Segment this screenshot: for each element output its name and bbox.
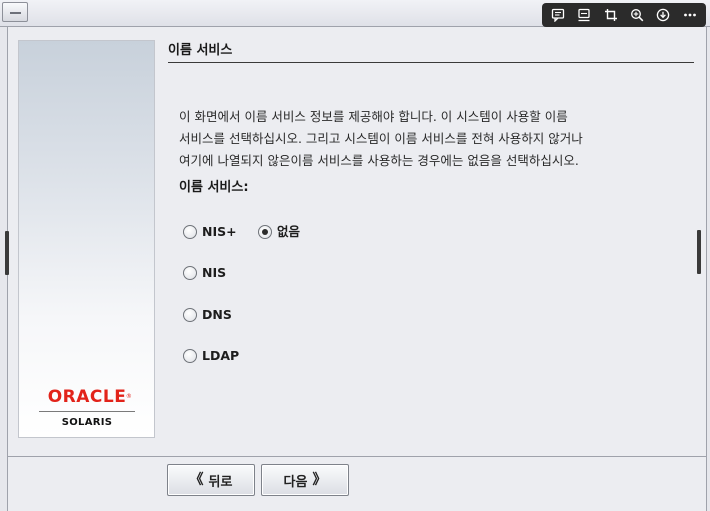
footer-divider (8, 456, 706, 457)
radio-label: 없음 (277, 224, 301, 239)
resize-handle-right[interactable] (697, 230, 701, 274)
viewer-toolbar (542, 3, 706, 27)
radio-button-icon[interactable] (183, 266, 197, 280)
radio-nis[interactable]: NIS (183, 263, 226, 283)
comment-icon[interactable] (547, 5, 569, 25)
radio-button-icon[interactable] (183, 225, 197, 239)
minimize-dash-icon (10, 12, 21, 14)
double-chevron-left-icon: 《 (189, 472, 204, 488)
name-service-label: 이름 서비스: (179, 180, 249, 195)
description-line: 이 화면에서 이름 서비스 정보를 제공해야 합니다. 이 시스템이 사용할 이… (179, 109, 568, 124)
zoom-in-icon[interactable] (626, 5, 648, 25)
back-button-label: 뒤로 (208, 474, 233, 490)
logo-divider (39, 411, 135, 412)
radio-label: LDAP (202, 348, 240, 363)
radio-dns[interactable]: DNS (183, 305, 232, 325)
next-button[interactable]: 다음 》 (261, 464, 349, 496)
back-button[interactable]: 《 뒤로 (167, 464, 255, 496)
display-icon[interactable] (573, 5, 595, 25)
crop-icon[interactable] (600, 5, 622, 25)
side-panel: ORACLE ® SOLARIS (18, 40, 155, 438)
description-line: 서비스를 선택하십시오. 그리고 시스템이 이름 서비스를 전혀 사용하지 않거… (179, 131, 583, 146)
page-title: 이름 서비스 (168, 41, 694, 63)
solaris-wordmark: SOLARIS (61, 417, 113, 428)
radio-label: DNS (202, 307, 232, 322)
window-menu-button[interactable] (2, 2, 28, 22)
window-frame-right (706, 27, 710, 511)
oracle-solaris-logo: ORACLE ® SOLARIS (37, 387, 137, 428)
radio-none[interactable]: 없음 (258, 222, 300, 242)
download-icon[interactable] (652, 5, 674, 25)
radio-button-icon[interactable] (183, 349, 197, 363)
radio-label: NIS+ (202, 224, 237, 239)
description-line: 여기에 나열되지 않은이름 서비스를 사용하는 경우에는 없음을 선택하십시오. (179, 153, 579, 168)
more-icon[interactable] (679, 5, 701, 25)
double-chevron-right-icon: 》 (312, 472, 327, 488)
radio-label: NIS (202, 265, 227, 280)
radio-nisplus[interactable]: NIS+ (183, 222, 237, 242)
radio-button-icon[interactable] (183, 308, 197, 322)
radio-button-selected-icon[interactable] (258, 225, 272, 239)
page-description: 이 화면에서 이름 서비스 정보를 제공해야 합니다. 이 시스템이 사용할 이… (179, 106, 679, 172)
next-button-label: 다음 (283, 474, 308, 490)
oracle-wordmark: ORACLE ® (47, 387, 133, 407)
radio-ldap[interactable]: LDAP (183, 346, 239, 366)
resize-handle-left[interactable] (5, 231, 9, 275)
